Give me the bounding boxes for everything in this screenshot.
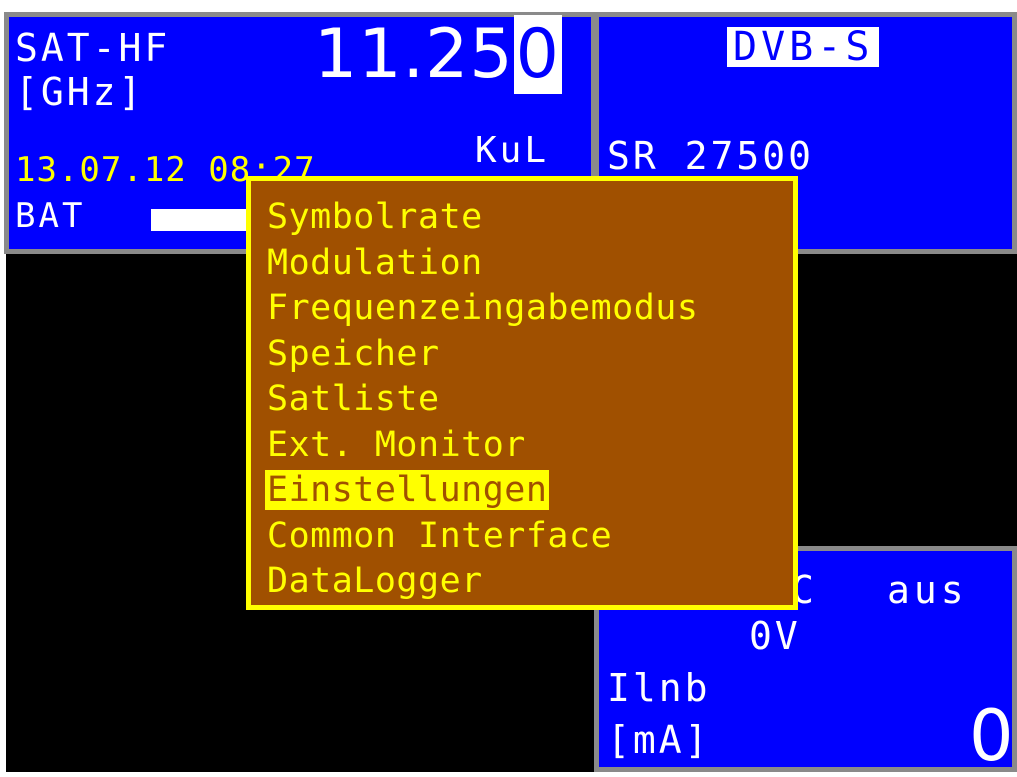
menu-item-label: Ext. Monitor — [267, 424, 526, 465]
menu-item-label: Speicher — [267, 333, 440, 374]
menu-item-label: Modulation — [267, 242, 483, 283]
context-menu: Symbolrate Modulation Frequenzeingabemodus… — [246, 176, 798, 610]
symbol-rate: SR 27500 — [607, 134, 815, 178]
band-label: KuL — [475, 130, 550, 171]
menu-item-ext-monitor[interactable]: Ext. Monitor — [265, 423, 700, 469]
frequency-value[interactable]: 11.250 — [314, 15, 562, 94]
menu-item-symbolrate[interactable]: Symbolrate — [265, 195, 700, 241]
menu-item-label: Einstellungen — [265, 470, 550, 510]
lnb-current-unit: [mA] — [607, 718, 711, 762]
menu-item-label: Symbolrate — [267, 197, 483, 237]
frequency-cursor-digit[interactable]: 0 — [513, 15, 562, 94]
menu-item-speicher[interactable]: Speicher — [265, 332, 700, 378]
menu-item-datalogger[interactable]: DataLogger — [265, 559, 700, 605]
menu-item-label: Satliste — [267, 379, 440, 419]
lnb-current-value: 0 — [969, 695, 1014, 777]
menu-item-label: DataLogger — [267, 561, 483, 601]
device-screen: SAT-HF [GHz] 11.250 KuL 13.07.12 08:27 B… — [0, 0, 1017, 772]
frequency-digits: 11.25 — [314, 15, 514, 94]
battery-label: BAT — [15, 196, 86, 236]
lnb-voltage: 0V — [749, 614, 801, 658]
menu-item-modulation[interactable]: Modulation — [265, 241, 700, 287]
menu-item-label: Common Interface — [267, 515, 613, 556]
menu-item-einstellungen[interactable]: Einstellungen — [265, 468, 700, 514]
menu-item-common-interface[interactable]: Common Interface — [265, 514, 700, 560]
menu-list: Symbolrate Modulation Frequenzeingabemodus… — [265, 195, 700, 605]
standard-badge[interactable]: DVB-S — [727, 27, 880, 67]
panel-title: SAT-HF — [15, 26, 171, 70]
menu-item-frequenzeingabemodus[interactable]: Frequenzeingabemodus — [265, 286, 700, 332]
menu-item-label: Frequenzeingabemodus — [267, 288, 699, 328]
lnb-state: aus — [887, 568, 968, 612]
lnb-current-label: Ilnb — [607, 666, 711, 710]
frequency-unit: [GHz] — [15, 70, 145, 114]
menu-item-satliste[interactable]: Satliste — [265, 377, 700, 423]
battery-level-bar — [151, 209, 251, 231]
